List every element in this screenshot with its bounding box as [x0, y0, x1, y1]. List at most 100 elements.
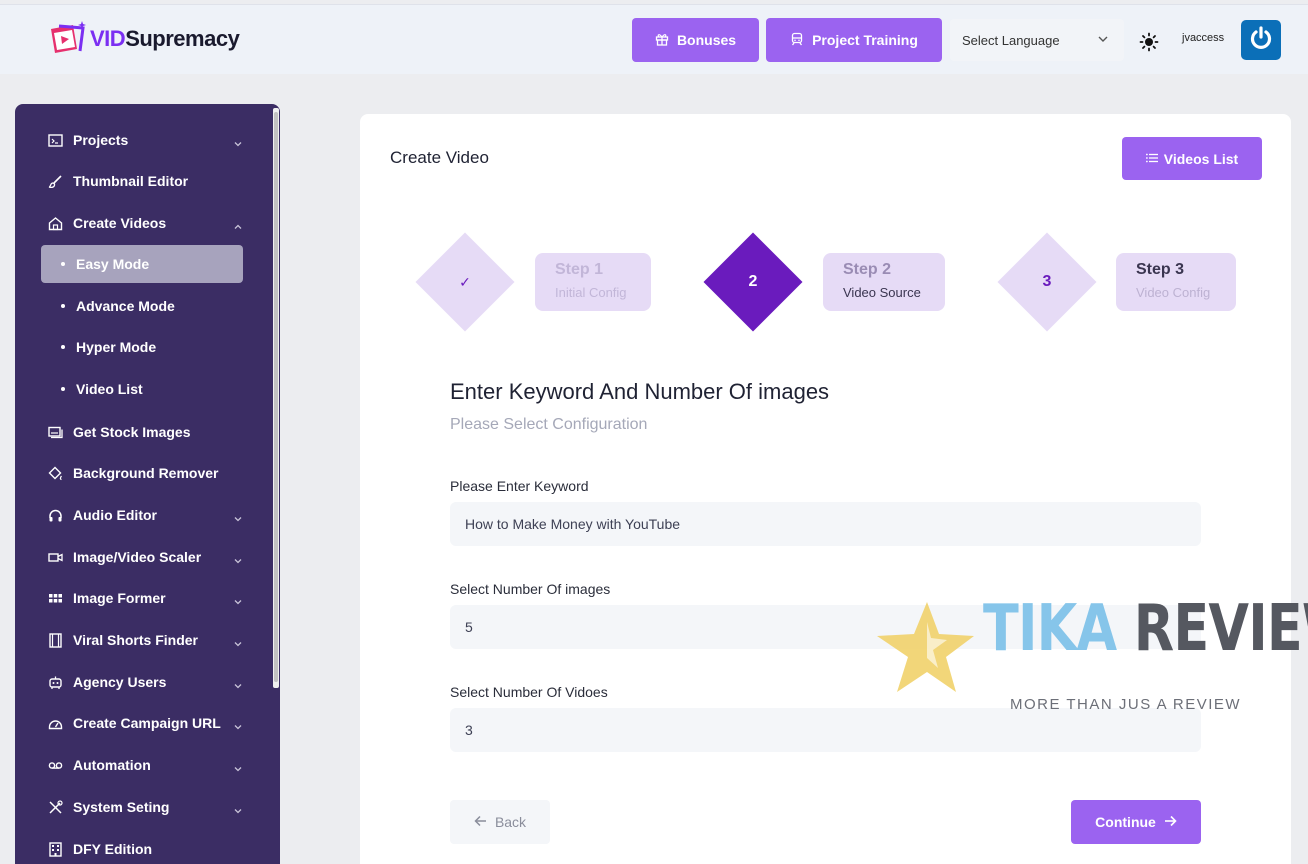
sidebar-item-image-video-scaler[interactable]: Image/Video Scaler — [47, 549, 201, 565]
step-3-title: Step 3 — [1136, 261, 1185, 278]
top-header: VIDSupremacy Bonuses Project Training Se… — [0, 4, 1308, 74]
chevron-down-icon — [233, 636, 243, 654]
sidebar-item-projects[interactable]: Projects — [47, 132, 128, 148]
videos-list-button[interactable]: Videos List — [1122, 137, 1262, 180]
sidebar-subitem-easy-mode[interactable]: Easy Mode — [61, 256, 149, 272]
page-title: Create Video — [390, 148, 489, 167]
list-icon — [1145, 151, 1158, 167]
project-training-label: Project Training — [812, 32, 918, 48]
watermark-tagline: MORE THAN JUS A REVIEW — [1010, 696, 1242, 713]
app-logo[interactable]: VIDSupremacy — [46, 19, 240, 59]
back-label: Back — [494, 814, 527, 830]
arrow-left-icon — [474, 814, 487, 830]
bullet-icon — [61, 304, 65, 308]
headphones-icon — [47, 507, 63, 523]
theme-toggle-sun-icon[interactable] — [1139, 32, 1159, 57]
chevron-down-icon — [233, 719, 243, 737]
watermark-word-2: REVIEW — [1133, 592, 1308, 666]
step-3-subtitle: Video Config — [1136, 285, 1211, 300]
gift-icon — [655, 32, 669, 49]
step-2-subtitle: Video Source — [843, 285, 921, 300]
sidebar-item-thumbnail-editor[interactable]: Thumbnail Editor — [47, 173, 188, 189]
tools-icon — [47, 799, 63, 815]
chevron-down-icon — [233, 511, 243, 529]
sidebar-item-image-former[interactable]: Image Former — [47, 590, 166, 606]
sidebar-item-create-videos[interactable]: Create Videos — [47, 215, 166, 231]
terminal-icon — [47, 132, 63, 148]
watermark-star-icon — [875, 600, 975, 701]
sidebar-subitem-video-list[interactable]: Video List — [61, 381, 143, 397]
home-icon — [47, 215, 63, 231]
section-subtitle: Please Select Configuration — [450, 416, 648, 433]
sidebar-item-label: Create Videos — [73, 215, 167, 231]
bonuses-button[interactable]: Bonuses — [632, 18, 759, 62]
step-3-number: 3 — [1042, 273, 1052, 290]
sidebar-item-label: DFY Edition — [73, 841, 153, 857]
continue-button[interactable]: Continue — [1071, 800, 1201, 844]
play-logo-icon — [46, 19, 88, 59]
sidebar: Projects Thumbnail Editor Create Videos … — [15, 104, 280, 864]
sidebar-item-automation[interactable]: Automation — [47, 757, 151, 773]
bullet-icon — [61, 387, 65, 391]
sidebar-subitem-label: Easy Mode — [76, 256, 150, 272]
back-button[interactable]: Back — [450, 800, 550, 844]
sidebar-item-audio-editor[interactable]: Audio Editor — [47, 507, 157, 523]
logout-power-button[interactable] — [1241, 20, 1281, 60]
sidebar-item-label: Thumbnail Editor — [73, 173, 189, 189]
chevron-down-icon — [233, 761, 243, 779]
chevron-down-icon — [233, 594, 243, 612]
chevron-down-icon — [233, 553, 243, 571]
sidebar-subitem-label: Hyper Mode — [76, 339, 157, 355]
step-2-number: 2 — [748, 273, 758, 290]
keyword-input[interactable] — [450, 502, 1201, 546]
sidebar-item-label: Image Former — [73, 590, 166, 606]
images-icon — [47, 424, 63, 440]
username[interactable]: jvaccess — [1182, 32, 1224, 44]
bullet-icon — [61, 262, 65, 266]
sidebar-item-dfy-edition[interactable]: DFY Edition — [47, 841, 152, 857]
robot-icon — [47, 674, 63, 690]
chevron-down-icon — [233, 678, 243, 696]
sidebar-subitem-advance-mode[interactable]: Advance Mode — [61, 298, 175, 314]
sidebar-item-get-stock-images[interactable]: Get Stock Images — [47, 424, 191, 440]
sidebar-item-viral-shorts-finder[interactable]: Viral Shorts Finder — [47, 632, 198, 648]
sidebar-item-background-remover[interactable]: Background Remover — [47, 465, 218, 481]
sidebar-scrollbar-thumb[interactable] — [274, 112, 278, 682]
chevron-down-icon — [233, 136, 243, 154]
paint-bucket-icon — [47, 465, 63, 481]
brush-icon — [47, 173, 63, 189]
section-title: Enter Keyword And Number Of images — [450, 379, 830, 404]
building-icon — [47, 841, 63, 857]
sidebar-item-system-seting[interactable]: System Seting — [47, 799, 169, 815]
sidebar-item-label: System Seting — [73, 799, 170, 815]
film-icon — [47, 632, 63, 648]
step-3-box[interactable]: Step 3 Video Config — [1116, 253, 1236, 311]
sidebar-item-label: Create Campaign URL — [73, 715, 221, 731]
videos-count-input[interactable] — [450, 708, 1201, 752]
sidebar-item-agency-users[interactable]: Agency Users — [47, 674, 166, 690]
images-count-label: Select Number Of images — [450, 581, 611, 597]
project-training-button[interactable]: Project Training — [766, 18, 942, 62]
sidebar-item-label: Viral Shorts Finder — [73, 632, 198, 648]
bonuses-label: Bonuses — [676, 32, 737, 48]
sidebar-item-label: Image/Video Scaler — [73, 549, 202, 565]
step-2-box[interactable]: Step 2 Video Source — [823, 253, 945, 311]
train-icon — [790, 32, 804, 49]
arrow-right-icon — [1164, 814, 1177, 830]
power-icon — [1247, 24, 1275, 57]
sidebar-item-label: Audio Editor — [73, 507, 157, 523]
videos-list-label: Videos List — [1163, 150, 1239, 167]
logo-text-supremacy: Supremacy — [125, 26, 240, 51]
videos-count-label: Select Number Of Vidoes — [450, 684, 608, 700]
step-1-box[interactable]: Step 1 Initial Config — [535, 253, 651, 311]
sidebar-subitem-label: Video List — [76, 381, 143, 397]
sidebar-subitem-label: Advance Mode — [76, 298, 175, 314]
logo-text: VIDSupremacy — [90, 26, 240, 52]
watermark-text: TIKA REVIEW — [983, 592, 1308, 666]
sidebar-subitem-hyper-mode[interactable]: Hyper Mode — [61, 339, 156, 355]
watermark-word-1: TIKA — [983, 592, 1117, 666]
sidebar-item-create-campaign-url[interactable]: Create Campaign URL — [47, 715, 221, 731]
sidebar-item-label: Agency Users — [73, 674, 167, 690]
language-select[interactable]: Select Language — [950, 19, 1124, 61]
create-video-card: Create Video Videos List ✓ Step 1 Initia… — [360, 114, 1291, 864]
